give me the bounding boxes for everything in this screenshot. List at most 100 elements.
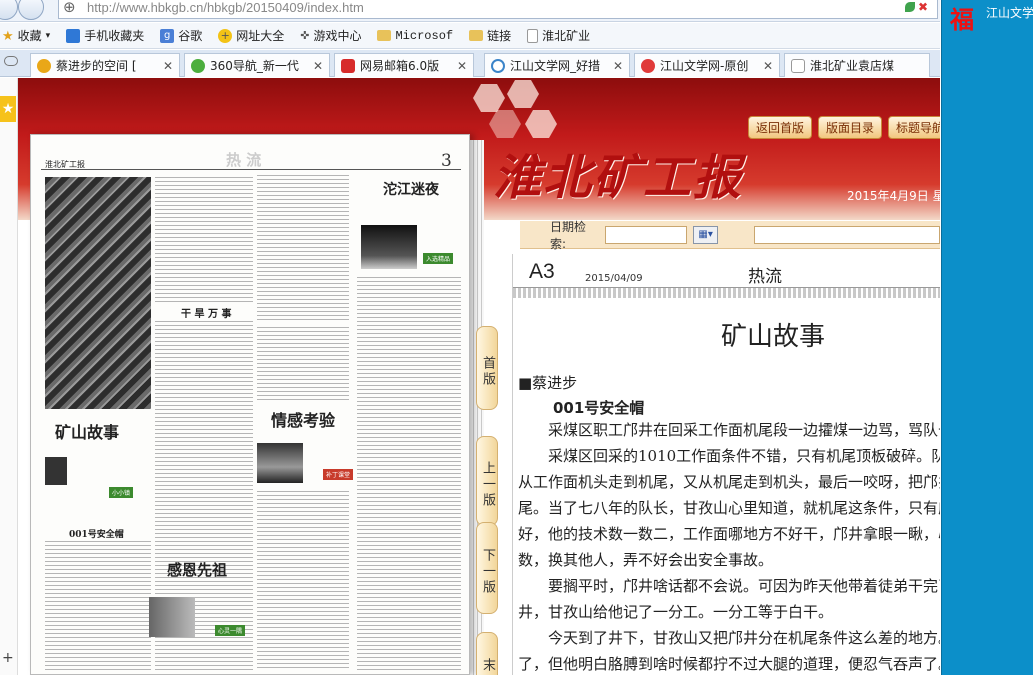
back-to-front-button[interactable]: 返回首版 [748, 116, 813, 139]
add-favorite-icon[interactable]: ⊕ [63, 0, 76, 16]
page-icon [791, 58, 805, 73]
article-paragraph: 采煤区职工邝井在回采工作面机尾段一边攉煤一边骂，骂队长 [548, 421, 940, 439]
bookmark-label: 淮北矿业 [542, 29, 591, 43]
folder-icon [469, 30, 484, 41]
tab-163-mail[interactable]: 网易邮箱6.0版 ✕ [334, 53, 474, 77]
publish-date: 2015年4月9日 星期 [847, 189, 940, 203]
phone-icon [66, 28, 81, 43]
address-bar: ⊕ http://www.hbkgb.cn/hbkgb/20150409/ind… [0, 0, 940, 22]
article-author: ■蔡进步 [518, 374, 578, 392]
bookmark-huaibei[interactable]: 淮北矿业 [527, 27, 590, 44]
star-icon [37, 58, 51, 73]
google-icon: g [160, 28, 175, 43]
np-headline-mine-story: 矿山故事 [55, 423, 120, 442]
close-icon[interactable]: ✕ [163, 59, 173, 73]
article-paragraph: 今天到了井下，甘孜山又把邝井分在机尾条件这么差的地方。邝井恼了，但他明白胳膊到啥… [518, 629, 940, 673]
article-paragraph: 采煤区回采的1010工作面条件不错，只有机尾顶板破碎。队长甘孜山从工作面机头走到… [518, 447, 940, 569]
add-icon[interactable]: + [2, 650, 14, 666]
article-title: 矿山故事 [720, 322, 825, 352]
masthead-logo: 淮北矿工报 [493, 150, 744, 206]
page-index-button[interactable]: 版面目录 [818, 116, 883, 139]
np-headline-gratitude: 感恩先祖 [167, 561, 228, 579]
np-badge: 心灵一隅 [215, 625, 246, 636]
page-content: ★ + 返回首版 版面目录 标题导航 淮北矿工报 2015年4月9日 星期 日期… [0, 78, 940, 675]
tab-label: 蔡进步的空间 [ [56, 59, 137, 73]
close-icon[interactable]: ✕ [313, 59, 323, 73]
tab-bar: 蔡进步的空间 [ ✕ 360导航_新一代 ✕ 网易邮箱6.0版 ✕ 江山文学网_… [0, 50, 940, 77]
tab-jiangshan-search[interactable]: 江山文学网_好措 ✕ [484, 53, 630, 77]
np-photo [149, 597, 195, 637]
floating-panel[interactable]: 福 江山文学 [941, 0, 1033, 675]
np-text-block [257, 491, 349, 671]
article-body: 采煤区职工邝井在回采工作面机尾段一边攉煤一边骂，骂队长 采煤区回采的1010工作… [518, 417, 940, 675]
article-page-label: A3 [529, 260, 555, 283]
np-text-block [357, 277, 461, 673]
close-icon[interactable]: ✕ [763, 59, 773, 73]
header-stripe [513, 288, 940, 298]
cloud-photo [257, 443, 303, 483]
tab-label: 网易邮箱6.0版 [360, 59, 440, 73]
tab-label: 江山文学网-原创 [660, 59, 749, 73]
cloud-icon[interactable] [4, 56, 18, 66]
np-rule [41, 169, 461, 170]
miners-photo-collage [45, 177, 151, 409]
date-search-label: 日期检索: [550, 219, 587, 251]
url-field[interactable]: ⊕ http://www.hbkgb.cn/hbkgb/20150409/ind… [58, 0, 938, 19]
article-header: A3 2015/04/09 热流 [513, 254, 940, 288]
tab-label: 淮北矿业袁店煤 [810, 59, 895, 73]
bookmark-games[interactable]: ✜ 游戏中心 [300, 27, 361, 44]
np-portrait [45, 457, 67, 485]
np-badge: 补丁课堂 [323, 469, 354, 480]
bookmark-mobile[interactable]: 手机收藏夹 [66, 27, 144, 44]
chevron-down-icon: ▾ [45, 30, 51, 41]
np-page-number: 3 [441, 151, 452, 171]
bookmark-links-folder[interactable]: 链接 [469, 27, 511, 44]
calendar-icon[interactable]: ▦▾ [692, 225, 719, 244]
np-headline-river-night: 沱江迷夜 [383, 182, 439, 198]
bookmark-favorites[interactable]: ★ 收藏 ▾ [2, 27, 50, 44]
gamepad-icon: ✜ [300, 28, 310, 42]
security-leaf-icon[interactable] [905, 2, 915, 12]
np-badge: 小小镇 [109, 487, 134, 498]
night-photo [361, 225, 417, 269]
tab-huaibei-news[interactable]: 淮北矿业袁店煤 [784, 53, 930, 77]
np-text-block [155, 177, 253, 302]
np-section-title: 热 流 [226, 151, 262, 169]
360-icon [191, 58, 205, 73]
article-section: 热流 [748, 267, 782, 287]
tab-360-nav[interactable]: 360导航_新一代 ✕ [184, 53, 330, 77]
article-pane: A3 2015/04/09 热流 矿山故事 ■蔡进步 001号安全帽 采煤区职工… [512, 254, 940, 675]
edition-nav: 返回首版 版面目录 标题导航 [748, 116, 940, 139]
np-text-block [257, 327, 349, 401]
plus-circle-icon: + [218, 28, 233, 43]
favorite-star-icon[interactable]: ★ [0, 96, 16, 122]
np-text-block [257, 175, 349, 323]
title-nav-button[interactable]: 标题导航 [888, 116, 940, 139]
mail-163-icon [341, 58, 355, 73]
tab-jiangshan-original[interactable]: 江山文学网-原创 ✕ [634, 53, 780, 77]
bookmark-label: 网址大全 [236, 29, 285, 43]
np-headline-dryland: 干 旱 万 事 [181, 309, 232, 320]
search-input[interactable] [754, 225, 940, 244]
floating-panel-text: 江山文学 [986, 6, 1033, 20]
forward-icon[interactable] [18, 0, 44, 20]
tab-next-page[interactable]: 下一版 [476, 522, 498, 614]
close-icon[interactable]: ✕ [457, 59, 467, 73]
bookmark-label: 手机收藏夹 [84, 29, 145, 43]
tab-label: 360导航_新一代 [210, 59, 299, 73]
bookmark-google[interactable]: g 谷歌 [160, 27, 202, 44]
np-headline-safety-cap: 001号安全帽 [69, 530, 124, 540]
tab-first-page[interactable]: 首版 [476, 326, 498, 410]
close-icon[interactable]: ✕ [613, 59, 623, 73]
bookmark-bar: ★ 收藏 ▾ 手机收藏夹 g 谷歌 + 网址大全 ✜ 游戏中心 Microsof… [0, 23, 940, 49]
date-search-input[interactable] [604, 225, 687, 244]
tab-prev-page[interactable]: 上一版 [476, 436, 498, 526]
newspaper-page-image[interactable]: 淮北矿工报 热 流 3 干 旱 万 事 矿山故事 小小镇 001号安全帽 情感考… [30, 134, 470, 675]
bookmark-directory[interactable]: + 网址大全 [218, 27, 284, 44]
tab-label: 江山文学网_好措 [510, 59, 601, 73]
tab-last-page[interactable]: 末 [476, 632, 498, 675]
back-icon[interactable] [0, 0, 18, 20]
tab-qzone[interactable]: 蔡进步的空间 [ ✕ [30, 53, 180, 77]
bookmark-microsoft-folder[interactable]: Microsof [377, 29, 453, 43]
stop-icon[interactable]: ✖ [918, 0, 928, 14]
